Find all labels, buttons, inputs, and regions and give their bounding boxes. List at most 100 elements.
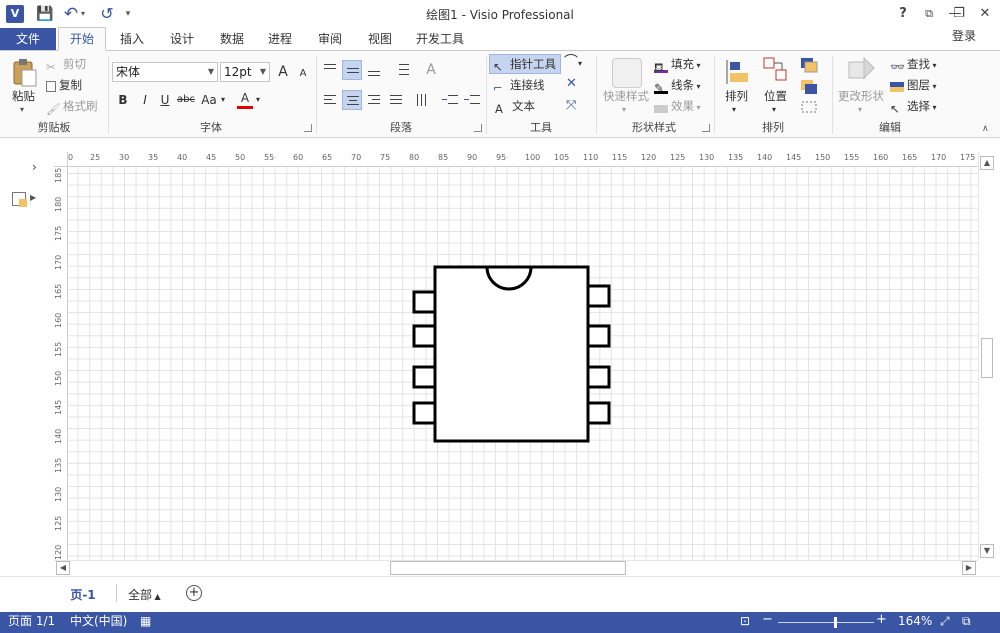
shapes-stencil-icon[interactable] — [12, 192, 27, 207]
collapse-ribbon-icon[interactable]: ∧ — [982, 124, 989, 134]
justify-icon[interactable] — [386, 90, 406, 110]
position-icon[interactable] — [762, 56, 790, 86]
shape-styles-dialog-launcher-icon[interactable] — [702, 124, 710, 132]
tab-developer[interactable]: 开发工具 — [410, 28, 470, 50]
restore-icon[interactable]: ❐ — [948, 4, 970, 24]
zoom-slider-thumb[interactable] — [834, 617, 837, 628]
layers-button[interactable]: 图层 ▾ — [890, 77, 937, 95]
chevron-down-icon[interactable]: ▼ — [208, 63, 214, 81]
text-direction-icon[interactable] — [412, 90, 432, 110]
cut-button[interactable]: ✂ 剪切 — [46, 56, 86, 74]
font-size-combo[interactable]: 12pt ▼ — [220, 62, 270, 82]
language-indicator[interactable]: 中文(中国) — [70, 614, 127, 629]
change-shape-dropdown-icon[interactable]: ▾ — [858, 102, 862, 118]
close-button[interactable]: ✕ — [974, 4, 996, 24]
select-button[interactable]: ↖ 选择 ▾ — [890, 98, 937, 116]
switch-windows-icon[interactable]: ⧉ — [962, 614, 971, 629]
tab-review[interactable]: 审阅 — [310, 28, 350, 50]
vertical-scroll-thumb[interactable] — [981, 338, 993, 378]
change-shape-icon[interactable] — [846, 56, 876, 86]
text-tool[interactable]: A 文本 — [495, 98, 535, 116]
fit-page-icon[interactable]: ⤢ — [940, 614, 950, 629]
tab-view[interactable]: 视图 — [360, 28, 400, 50]
ic-chip-shape[interactable] — [410, 264, 614, 446]
chevron-down-icon[interactable]: ▼ — [260, 63, 266, 81]
scroll-down-icon[interactable]: ▼ — [980, 544, 994, 558]
horizontal-ruler[interactable]: 0 25 30 35 40 45 50 55 60 65 70 75 80 85 90 95 100 105 110… — [68, 152, 978, 167]
connection-point-icon[interactable]: ⤧ — [566, 98, 576, 114]
tab-design[interactable]: 设计 — [162, 28, 202, 50]
zoom-out-button[interactable]: − — [762, 612, 773, 627]
zoom-in-button[interactable]: + — [876, 612, 887, 627]
connector-tool[interactable]: ⌐ 连接线 — [493, 77, 545, 95]
font-color-dropdown-icon[interactable]: ▾ — [254, 91, 262, 109]
sign-in-link[interactable]: 登录 — [952, 28, 976, 44]
copy-button[interactable]: 复制 — [46, 77, 82, 93]
grow-font-button[interactable]: A — [274, 63, 292, 81]
zoom-slider-track[interactable] — [778, 622, 874, 623]
zoom-level[interactable]: 164% — [898, 614, 932, 629]
tab-process[interactable]: 进程 — [260, 28, 300, 50]
align-arrange-icon[interactable] — [724, 58, 750, 86]
arrange-small-icons[interactable] — [798, 56, 820, 116]
page-tab-1[interactable]: 页-1 — [60, 586, 106, 603]
paste-dropdown-icon[interactable]: ▾ — [20, 102, 24, 118]
tab-home[interactable]: 开始 — [58, 27, 106, 51]
fill-button[interactable]: ⛾ 填充 ▾ — [654, 56, 701, 74]
paragraph-dialog-launcher-icon[interactable] — [474, 124, 482, 132]
align-center-icon[interactable] — [342, 90, 362, 110]
save-icon[interactable]: 💾 — [36, 5, 54, 23]
italic-button[interactable]: I — [136, 91, 154, 109]
bullets-icon[interactable] — [392, 60, 412, 80]
increase-indent-icon[interactable] — [462, 90, 482, 110]
line-button[interactable]: ✎ 线条 ▾ — [654, 77, 701, 95]
horizontal-scroll-thumb[interactable] — [390, 561, 626, 575]
shrink-font-button[interactable]: A — [294, 65, 312, 83]
align-middle-icon[interactable] — [342, 60, 362, 80]
undo-dropdown-icon[interactable]: ▾ — [78, 5, 88, 23]
scroll-left-icon[interactable]: ◀ — [56, 561, 70, 575]
add-page-icon[interactable]: + — [186, 585, 202, 601]
help-button[interactable]: ? — [892, 4, 914, 24]
scroll-up-icon[interactable]: ▲ — [980, 156, 994, 170]
font-dialog-launcher-icon[interactable] — [304, 124, 312, 132]
align-top-icon[interactable] — [320, 60, 340, 80]
align-right-icon[interactable] — [364, 90, 384, 110]
all-pages-button[interactable]: 全部 ▲ — [128, 586, 161, 603]
quick-styles-icon[interactable] — [612, 58, 642, 88]
presentation-mode-icon[interactable]: ⊡ — [740, 614, 750, 629]
close-x-icon[interactable]: ✕ — [566, 76, 577, 92]
stencil-arrow-icon[interactable]: ▶ — [30, 193, 36, 202]
find-button[interactable]: 👓 查找 ▾ — [890, 56, 937, 74]
pointer-tool[interactable]: ↖ 指针工具 — [493, 56, 556, 74]
align-label[interactable]: 排列 — [725, 88, 748, 104]
expand-shapes-pane-icon[interactable]: › — [32, 160, 37, 174]
decrease-indent-icon[interactable] — [440, 90, 460, 110]
paste-icon[interactable] — [10, 58, 38, 88]
align-bottom-icon[interactable] — [364, 60, 384, 80]
ribbon-display-options-icon[interactable]: ⧉ — [918, 4, 940, 24]
tab-file[interactable]: 文件 — [0, 28, 56, 50]
customize-qat-icon[interactable]: ▾ — [122, 5, 134, 23]
position-dropdown-icon[interactable]: ▾ — [772, 102, 776, 118]
macro-record-icon[interactable]: ▦ — [140, 614, 151, 629]
vertical-ruler[interactable]: 185 180 175 170 165 160 155 150 145 140 135 130 125 1… — [54, 167, 68, 560]
redo-icon[interactable]: ↺ — [98, 5, 116, 23]
change-case-button[interactable]: Aa — [198, 91, 220, 109]
strikethrough-button[interactable]: abc — [175, 91, 197, 109]
font-family-combo[interactable]: 宋体 ▼ — [112, 62, 218, 82]
underline-button[interactable]: U — [156, 91, 174, 109]
bold-button[interactable]: B — [114, 91, 132, 109]
change-case-dropdown-icon[interactable]: ▾ — [219, 91, 227, 109]
drawing-tools-icon[interactable]: ⌒▾ — [564, 54, 582, 72]
tab-insert[interactable]: 插入 — [112, 28, 152, 50]
tab-data[interactable]: 数据 — [212, 28, 252, 50]
visio-app-icon[interactable]: V — [6, 5, 24, 23]
rotate-text-icon[interactable]: A — [422, 61, 440, 79]
quick-styles-dropdown-icon[interactable]: ▾ — [622, 102, 626, 118]
page-indicator[interactable]: 页面 1/1 — [8, 614, 55, 629]
effects-button[interactable]: 效果 ▾ — [654, 98, 701, 116]
font-color-button[interactable]: A — [236, 89, 254, 107]
align-left-icon[interactable] — [320, 90, 340, 110]
format-painter-button[interactable]: 🖌 格式刷 — [46, 98, 98, 116]
